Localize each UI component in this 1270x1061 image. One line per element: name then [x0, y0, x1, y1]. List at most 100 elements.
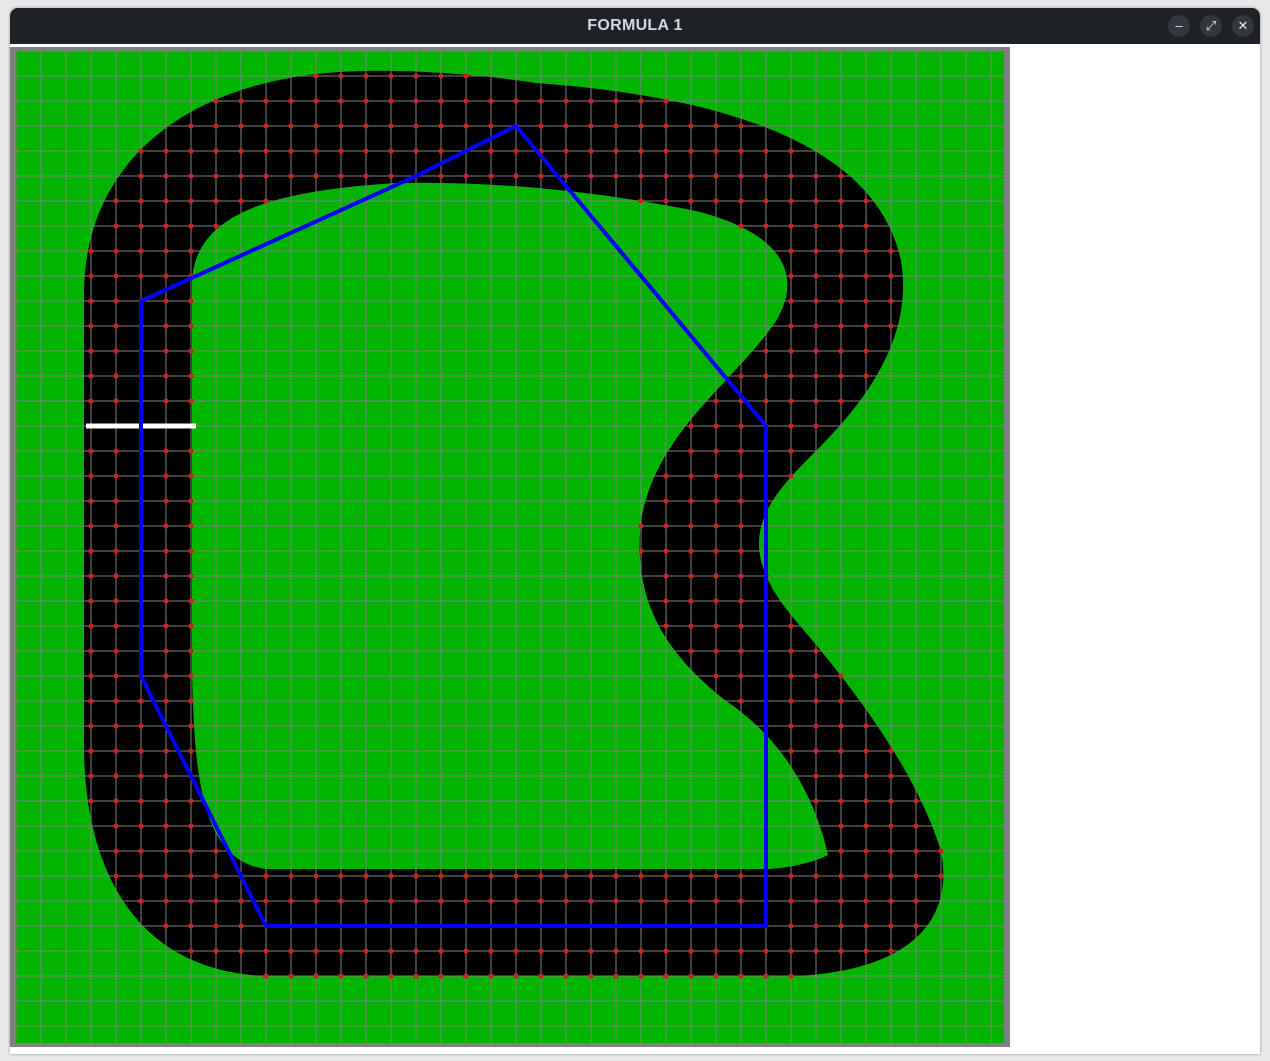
track-node[interactable]: [188, 148, 194, 154]
track-node[interactable]: [538, 123, 544, 129]
track-node[interactable]: [113, 748, 119, 754]
track-node[interactable]: [663, 598, 669, 604]
track-node[interactable]: [563, 98, 569, 104]
track-node[interactable]: [263, 898, 269, 904]
track-node[interactable]: [838, 698, 844, 704]
track-node[interactable]: [838, 398, 844, 404]
track-node[interactable]: [338, 173, 344, 179]
track-node[interactable]: [188, 498, 194, 504]
track-node[interactable]: [113, 298, 119, 304]
track-node[interactable]: [688, 623, 694, 629]
track-node[interactable]: [838, 948, 844, 954]
track-node[interactable]: [388, 973, 394, 979]
track-node[interactable]: [163, 498, 169, 504]
track-node[interactable]: [663, 148, 669, 154]
track-node[interactable]: [688, 123, 694, 129]
track-node[interactable]: [688, 573, 694, 579]
track-node[interactable]: [713, 523, 719, 529]
track-node[interactable]: [888, 748, 894, 754]
track-node[interactable]: [338, 948, 344, 954]
track-node[interactable]: [388, 148, 394, 154]
track-node[interactable]: [88, 748, 94, 754]
track-node[interactable]: [163, 823, 169, 829]
track-node[interactable]: [638, 523, 644, 529]
track-node[interactable]: [863, 748, 869, 754]
track-node[interactable]: [388, 123, 394, 129]
track-node[interactable]: [438, 948, 444, 954]
track-node[interactable]: [738, 448, 744, 454]
track-node[interactable]: [863, 823, 869, 829]
track-node[interactable]: [413, 973, 419, 979]
track-node[interactable]: [838, 173, 844, 179]
track-node[interactable]: [813, 323, 819, 329]
track-node[interactable]: [688, 898, 694, 904]
track-node[interactable]: [688, 648, 694, 654]
track-node[interactable]: [188, 848, 194, 854]
track-node[interactable]: [438, 123, 444, 129]
track-node[interactable]: [438, 98, 444, 104]
track-node[interactable]: [863, 323, 869, 329]
track-node[interactable]: [663, 548, 669, 554]
track-node[interactable]: [388, 898, 394, 904]
track-node[interactable]: [388, 98, 394, 104]
track-node[interactable]: [188, 673, 194, 679]
track-node[interactable]: [488, 898, 494, 904]
track-node[interactable]: [213, 148, 219, 154]
track-node[interactable]: [363, 73, 369, 79]
track-node[interactable]: [663, 123, 669, 129]
track-node[interactable]: [838, 898, 844, 904]
track-node[interactable]: [163, 898, 169, 904]
track-node[interactable]: [163, 148, 169, 154]
track-node[interactable]: [763, 198, 769, 204]
track-node[interactable]: [863, 223, 869, 229]
track-node[interactable]: [363, 973, 369, 979]
track-node[interactable]: [213, 173, 219, 179]
track-node[interactable]: [438, 173, 444, 179]
track-node[interactable]: [88, 348, 94, 354]
track-node[interactable]: [738, 373, 744, 379]
track-node[interactable]: [213, 223, 219, 229]
track-node[interactable]: [863, 873, 869, 879]
track-node[interactable]: [813, 723, 819, 729]
track-node[interactable]: [863, 273, 869, 279]
track-node[interactable]: [588, 148, 594, 154]
track-node[interactable]: [163, 273, 169, 279]
track-node[interactable]: [263, 98, 269, 104]
track-node[interactable]: [763, 173, 769, 179]
track-node[interactable]: [788, 248, 794, 254]
track-node[interactable]: [238, 123, 244, 129]
track-node[interactable]: [238, 98, 244, 104]
track-node[interactable]: [863, 948, 869, 954]
track-node[interactable]: [188, 598, 194, 604]
track-node[interactable]: [788, 673, 794, 679]
track-node[interactable]: [763, 223, 769, 229]
track-node[interactable]: [888, 873, 894, 879]
track-node[interactable]: [738, 698, 744, 704]
track-node[interactable]: [838, 673, 844, 679]
track-node[interactable]: [913, 923, 919, 929]
track-node[interactable]: [488, 148, 494, 154]
track-node[interactable]: [463, 973, 469, 979]
track-node[interactable]: [463, 948, 469, 954]
track-node[interactable]: [788, 698, 794, 704]
track-node[interactable]: [688, 473, 694, 479]
track-node[interactable]: [188, 798, 194, 804]
track-node[interactable]: [613, 973, 619, 979]
track-node[interactable]: [688, 548, 694, 554]
track-node[interactable]: [788, 948, 794, 954]
track-node[interactable]: [713, 898, 719, 904]
track-node[interactable]: [238, 948, 244, 954]
track-node[interactable]: [313, 73, 319, 79]
track-node[interactable]: [738, 898, 744, 904]
track-node[interactable]: [188, 173, 194, 179]
track-node[interactable]: [363, 173, 369, 179]
track-node[interactable]: [163, 198, 169, 204]
track-node[interactable]: [363, 123, 369, 129]
track-node[interactable]: [738, 423, 744, 429]
track-node[interactable]: [438, 148, 444, 154]
track-node[interactable]: [863, 248, 869, 254]
track-node[interactable]: [113, 623, 119, 629]
track-node[interactable]: [338, 148, 344, 154]
track-node[interactable]: [638, 198, 644, 204]
track-node[interactable]: [613, 873, 619, 879]
